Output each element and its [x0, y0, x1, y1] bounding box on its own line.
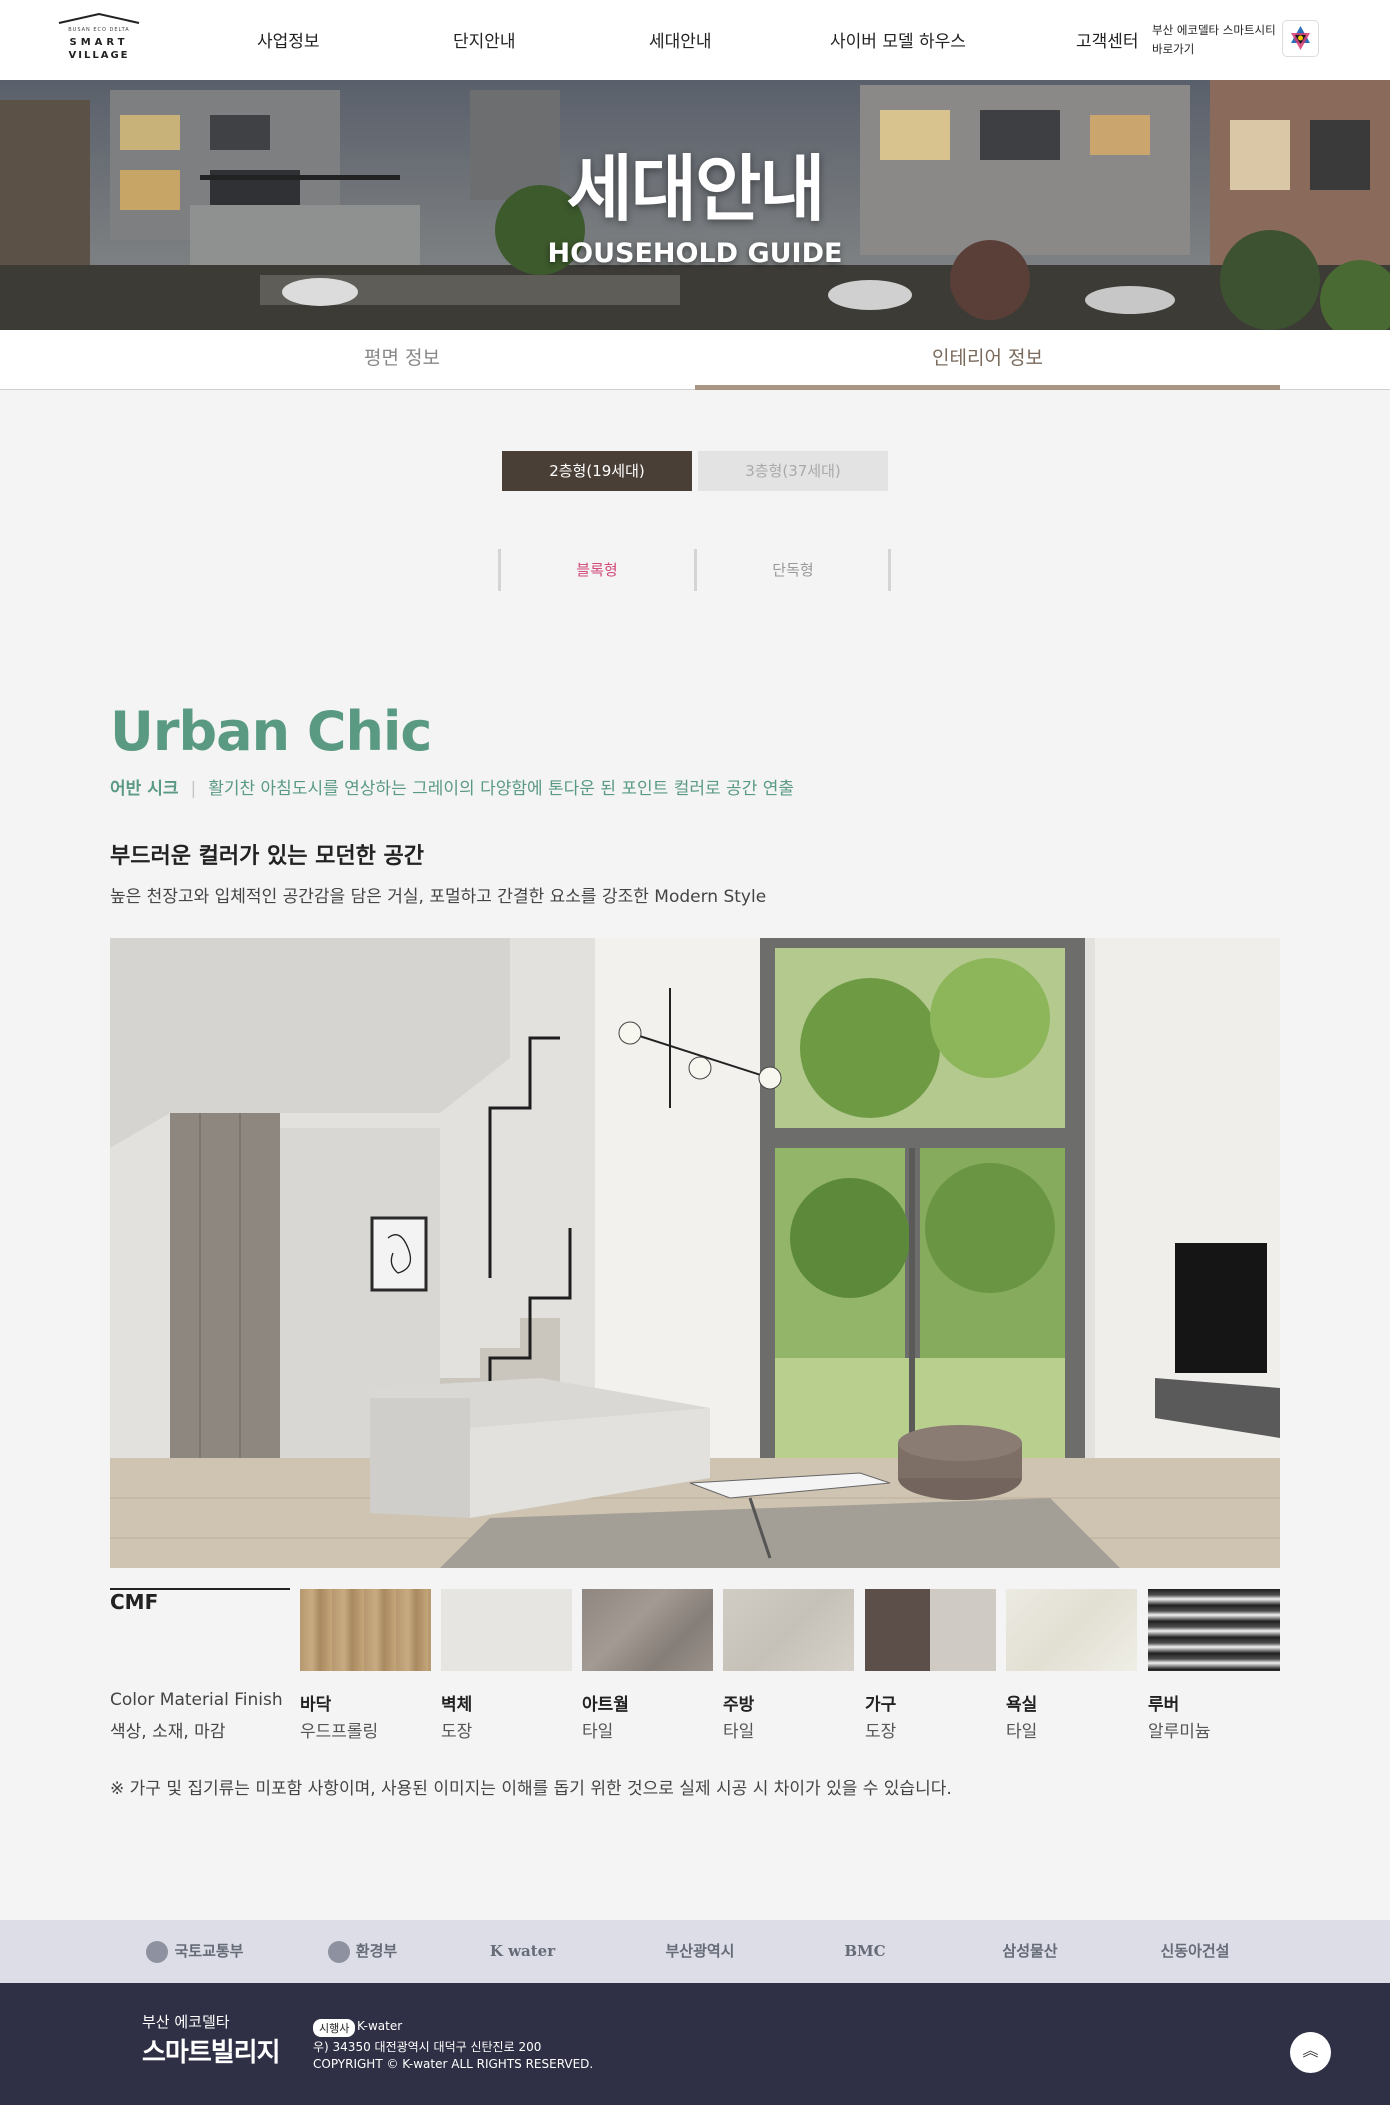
scroll-to-top-button[interactable]: ︽	[1290, 2032, 1331, 2073]
partner-molit-logo[interactable]: 국토교통부	[135, 1920, 255, 1983]
nav-complex-guide[interactable]: 단지안내	[453, 27, 516, 52]
partner-name: 환경부	[355, 1942, 398, 1960]
partner-kwater-logo[interactable]: K water	[475, 1920, 570, 1983]
cmf-label: CMF	[110, 1590, 159, 1614]
smart-village-logo[interactable]: BUSAN ECO DELTA SMART VILLAGE	[57, 13, 141, 65]
cmf-item-name: 주방	[723, 1695, 755, 1715]
style-tab-divider	[888, 549, 891, 591]
cmf-item-finish: 도장	[865, 1722, 897, 1742]
partner-name: 국토교통부	[174, 1942, 244, 1960]
interior-render-image	[110, 938, 1280, 1568]
nav-cyber-model-house[interactable]: 사이버 모델 하우스	[830, 27, 966, 52]
shortcut-line-2: 바로가기	[1152, 42, 1195, 56]
partner-me-logo[interactable]: 환경부	[315, 1920, 410, 1983]
smartcity-shortcut-link[interactable]: 부산 에코델타 스마트시티 바로가기	[1152, 21, 1276, 59]
hero-banner: 세대안내 HOUSEHOLD GUIDE	[0, 80, 1390, 330]
concept-subtitle: 어반 시크 | 활기찬 아침도시를 연상하는 그레이의 다양함에 톤다운 된 포인트…	[110, 779, 795, 799]
swatch-kitchen-tile	[723, 1589, 854, 1671]
footer-address: 우) 34350 대전광역시 대덕구 신탄진로 200	[313, 2040, 542, 2054]
cmf-description-ko: 색상, 소재, 마감	[110, 1722, 226, 1742]
cmf-item-finish: 타일	[582, 1722, 614, 1742]
cmf-item-name: 가구	[865, 1695, 897, 1715]
tab-floor-plan[interactable]: 평면 정보	[110, 330, 694, 390]
footer-operator-badge: 시행사	[313, 2019, 356, 2037]
partner-shindonga-logo[interactable]: 신동아건설	[1140, 1920, 1250, 1983]
me-emblem-icon	[327, 1940, 350, 1963]
style-tab-block[interactable]: 블록형	[502, 549, 692, 591]
partner-samsung-logo[interactable]: 삼성물산	[975, 1920, 1085, 1983]
cmf-item-name: 아트월	[582, 1695, 629, 1715]
cmf-item-finish: 우드프롤링	[300, 1722, 379, 1742]
concept-subtitle-desc: 활기찬 아침도시를 연상하는 그레이의 다양함에 톤다운 된 포인트 컬러로 공…	[208, 779, 795, 799]
footer-brand-line-2: 스마트빌리지	[142, 2038, 281, 2068]
concept-description: 높은 천장고와 입체적인 공간감을 담은 거실, 포멀하고 간결한 요소를 강조…	[110, 887, 767, 907]
molit-emblem-icon	[146, 1940, 169, 1963]
footer-operator-name: K-water	[357, 2019, 403, 2033]
logo-small-text: BUSAN ECO DELTA	[68, 27, 129, 33]
swatch-louver-aluminum	[1148, 1589, 1280, 1671]
cmf-item-name: 루버	[1148, 1695, 1180, 1715]
cmf-description-en: Color Material Finish	[110, 1690, 283, 1710]
swatch-furniture-paint	[865, 1589, 996, 1671]
hero-title: 세대안내	[566, 147, 826, 231]
concept-title: Urban Chic	[110, 700, 432, 763]
nav-customer-center[interactable]: 고객센터	[1076, 27, 1139, 52]
cmf-item-name: 욕실	[1006, 1695, 1038, 1715]
shortcut-line-1: 부산 에코델타 스마트시티	[1152, 23, 1276, 37]
swatch-wall-paint	[441, 1589, 572, 1671]
style-tab-divider	[694, 549, 697, 591]
footer-brand-line-1: 부산 에코델타	[142, 2013, 230, 2031]
style-tab-detached[interactable]: 단독형	[698, 549, 888, 591]
style-tab-divider	[498, 549, 501, 591]
swatch-bathroom-tile	[1006, 1589, 1137, 1671]
site-header: BUSAN ECO DELTA SMART VILLAGE 사업정보 단지안내 …	[0, 0, 1390, 80]
concept-subtitle-ko: 어반 시크	[110, 779, 179, 799]
sub-tab-bar: 평면 정보 인테리어 정보	[0, 330, 1390, 390]
nav-household-guide[interactable]: 세대안내	[649, 27, 712, 52]
logo-line-2: VILLAGE	[69, 50, 130, 61]
cmf-item-finish: 타일	[1006, 1722, 1038, 1742]
double-chevron-up-icon: ︽	[1302, 2041, 1319, 2060]
cmf-item-finish: 타일	[723, 1722, 755, 1742]
tab-interior-info[interactable]: 인테리어 정보	[695, 330, 1280, 390]
hero-subtitle: HOUSEHOLD GUIDE	[547, 238, 843, 269]
logo-line-1: SMART	[70, 37, 129, 48]
partner-bmc-logo[interactable]: BMC	[820, 1920, 910, 1983]
footer-copyright: COPYRIGHT © K-water ALL RIGHTS RESERVED.	[313, 2057, 594, 2071]
cmf-item-name: 벽체	[441, 1695, 473, 1715]
swatch-art-wall-tile	[582, 1589, 713, 1671]
type-2floor-button[interactable]: 2층형(19세대)	[502, 451, 692, 491]
smartcity-emblem-icon[interactable]	[1282, 20, 1319, 57]
disclaimer-note: ※ 가구 및 집기류는 미포함 사항이며, 사용된 이미지는 이해를 돕기 위한…	[110, 1779, 952, 1799]
partner-busan-logo[interactable]: 부산광역시	[640, 1920, 760, 1983]
type-3floor-button[interactable]: 3층형(37세대)	[698, 451, 888, 491]
nav-business-info[interactable]: 사업정보	[257, 27, 320, 52]
partner-logo-bar: 국토교통부 환경부 K water 부산광역시 BMC 삼성물산 신동아건설	[0, 1920, 1390, 1983]
concept-heading: 부드러운 컬러가 있는 모던한 공간	[110, 844, 424, 869]
swatch-floor-wood	[300, 1589, 431, 1671]
cmf-item-finish: 도장	[441, 1722, 473, 1742]
cmf-item-name: 바닥	[300, 1695, 332, 1715]
site-footer: 부산 에코델타 스마트빌리지 시행사 K-water 우) 34350 대전광역…	[0, 1983, 1390, 2105]
cmf-item-finish: 알루미늄	[1148, 1722, 1211, 1742]
